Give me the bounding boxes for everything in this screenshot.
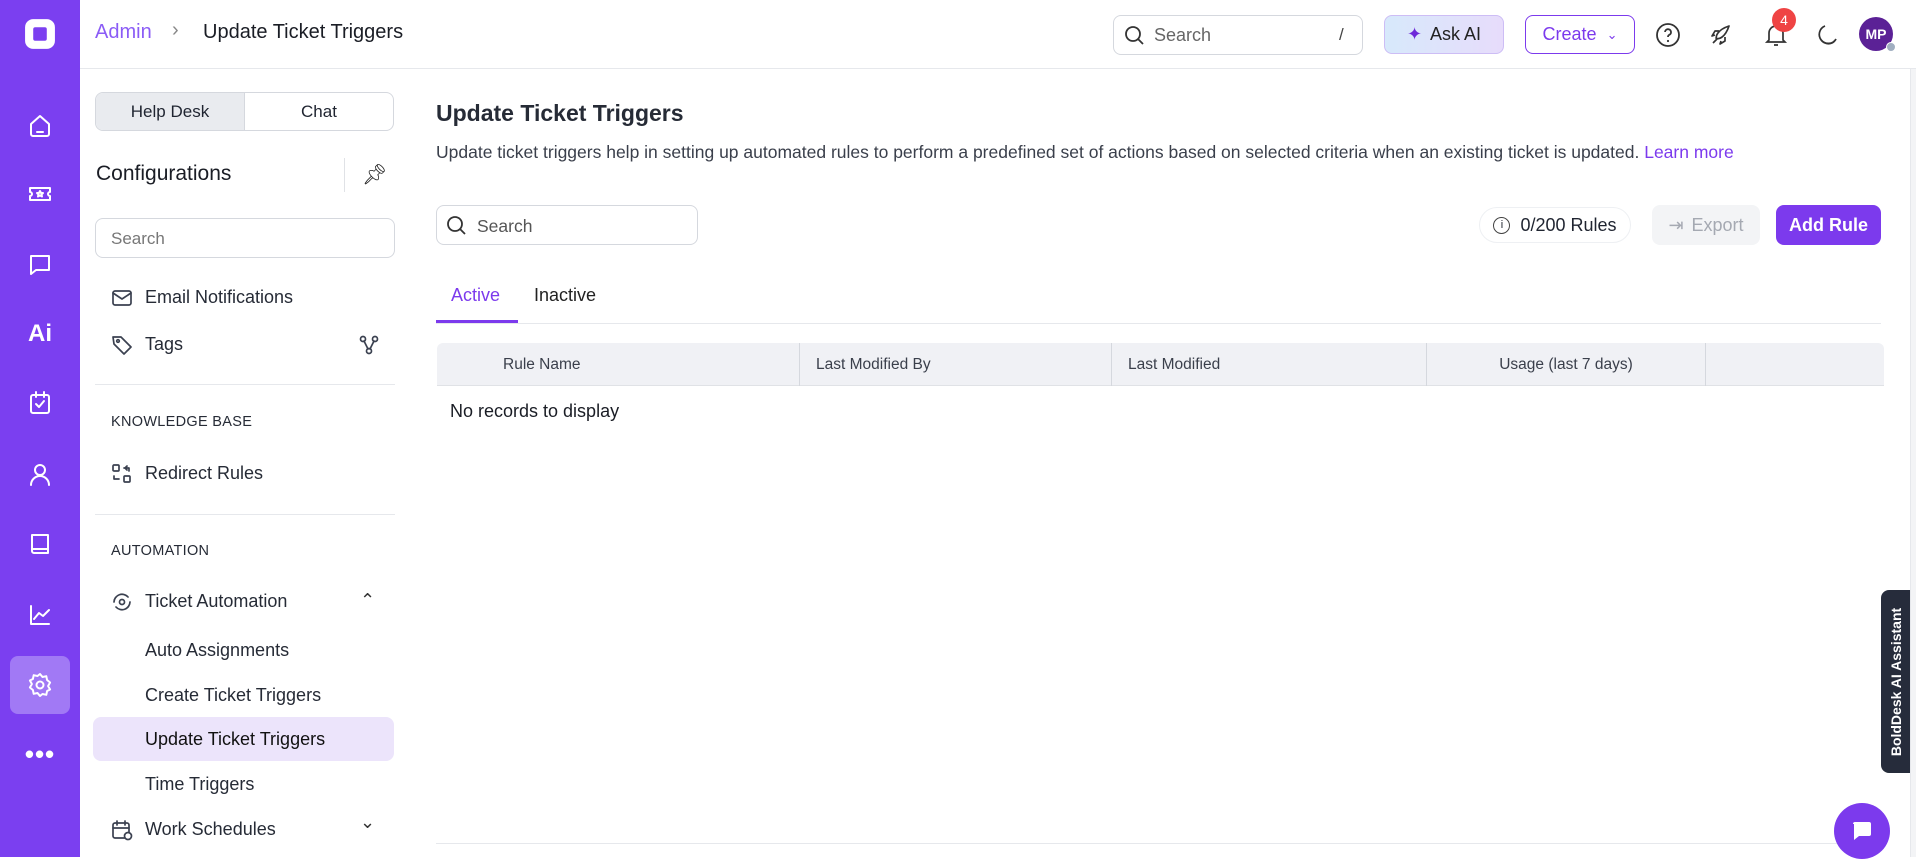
ticket-icon[interactable] xyxy=(20,174,60,214)
global-search-input[interactable]: Search / xyxy=(1113,15,1363,55)
sidebar-item-auto-assignments[interactable]: Auto Assignments xyxy=(145,640,289,661)
automation-icon xyxy=(111,591,133,613)
section-knowledge-base: KNOWLEDGE BASE xyxy=(111,414,253,430)
chevron-down-icon[interactable]: ⌄ xyxy=(360,812,375,833)
ask-ai-button[interactable]: ✦ Ask AI xyxy=(1384,15,1504,54)
active-tab-indicator xyxy=(436,320,518,323)
rules-count: i 0/200 Rules xyxy=(1479,207,1631,243)
learn-more-link[interactable]: Learn more xyxy=(1644,142,1734,162)
ai-assistant-tab[interactable]: BoldDesk AI Assistant xyxy=(1881,590,1910,773)
tab-help-desk[interactable]: Help Desk xyxy=(96,93,245,130)
sidebar-item-create-ticket-triggers[interactable]: Create Ticket Triggers xyxy=(145,685,321,706)
email-notification-icon xyxy=(111,287,133,309)
ai-icon[interactable]: Ai xyxy=(20,314,60,354)
home-icon[interactable] xyxy=(20,105,60,145)
tab-inactive[interactable]: Inactive xyxy=(534,285,596,306)
presence-status-dot xyxy=(1886,42,1896,52)
export-button[interactable]: ⇥ Export xyxy=(1652,205,1760,245)
product-switch: Help Desk Chat xyxy=(95,92,394,131)
divider xyxy=(95,384,395,385)
help-icon[interactable] xyxy=(1655,22,1681,48)
export-icon: ⇥ xyxy=(1668,214,1684,235)
rocket-icon[interactable] xyxy=(1708,22,1734,48)
sidebar-item-time-triggers[interactable]: Time Triggers xyxy=(145,774,254,795)
chat-bubble-icon xyxy=(1853,822,1871,840)
calendar-clock-icon xyxy=(111,819,133,841)
breadcrumb-admin[interactable]: Admin xyxy=(95,21,152,44)
app-rail: Ai ••• xyxy=(0,0,80,857)
tab-active[interactable]: Active xyxy=(451,285,500,306)
divider xyxy=(344,158,345,192)
search-placeholder: Search xyxy=(477,216,533,236)
sidebar-item-redirect-rules[interactable]: Redirect Rules xyxy=(145,463,263,484)
tabs-divider xyxy=(436,323,1881,324)
empty-state-text: No records to display xyxy=(450,401,620,421)
tasks-icon[interactable] xyxy=(20,383,60,423)
knowledge-icon[interactable] xyxy=(20,524,60,564)
chat-launcher-button[interactable] xyxy=(1834,803,1890,859)
create-button[interactable]: Create ⌄ xyxy=(1525,15,1635,54)
add-rule-button[interactable]: Add Rule xyxy=(1776,205,1881,245)
redirect-icon xyxy=(111,463,133,485)
settings-icon[interactable] xyxy=(20,665,60,705)
notification-badge: 4 xyxy=(1772,8,1796,32)
column-rule-name[interactable]: Rule Name xyxy=(437,343,800,386)
tab-chat[interactable]: Chat xyxy=(245,93,393,130)
sidebar-item-email-notifications[interactable]: Email Notifications xyxy=(145,287,293,308)
logo-icon[interactable] xyxy=(20,14,60,54)
scrollbar[interactable] xyxy=(1910,69,1916,857)
search-icon xyxy=(1125,26,1144,45)
sidebar-item-ticket-automation[interactable]: Ticket Automation xyxy=(145,591,287,612)
divider xyxy=(95,514,395,515)
more-icon[interactable]: ••• xyxy=(20,734,60,774)
search-shortcut: / xyxy=(1339,25,1344,44)
pin-icon[interactable]: 📌︎ xyxy=(362,162,387,187)
column-last-modified-by[interactable]: Last Modified By xyxy=(800,343,1112,386)
contacts-icon[interactable] xyxy=(20,454,60,494)
sidebar-title: Configurations xyxy=(96,162,232,185)
column-usage[interactable]: Usage (last 7 days) xyxy=(1427,343,1706,386)
tag-icon xyxy=(111,334,133,356)
chevron-up-icon[interactable]: ⌄ xyxy=(360,588,375,609)
rules-search-input[interactable]: Search xyxy=(436,205,698,245)
hierarchy-icon[interactable] xyxy=(358,334,380,356)
sidebar-item-work-schedules[interactable]: Work Schedules xyxy=(145,819,276,840)
breadcrumb-chevron-icon: › xyxy=(172,19,179,41)
search-icon xyxy=(447,216,466,235)
reports-icon[interactable] xyxy=(20,595,60,635)
bottom-divider xyxy=(436,843,1881,844)
dark-mode-moon-icon[interactable] xyxy=(1814,22,1840,48)
breadcrumb-current: Update Ticket Triggers xyxy=(203,21,404,43)
section-automation: AUTOMATION xyxy=(111,543,210,559)
sidebar-item-tags[interactable]: Tags xyxy=(145,334,183,355)
column-last-modified[interactable]: Last Modified xyxy=(1112,343,1427,386)
ai-sparkle-icon: ✦ xyxy=(1406,24,1423,44)
page-title: Update Ticket Triggers xyxy=(436,100,684,126)
sidebar-search-input[interactable]: Search xyxy=(95,218,395,258)
sidebar-item-update-ticket-triggers[interactable]: Update Ticket Triggers xyxy=(145,729,325,750)
search-placeholder: Search xyxy=(1154,25,1212,45)
page-description: Update ticket triggers help in setting u… xyxy=(436,142,1734,162)
chevron-down-icon: ⌄ xyxy=(1606,26,1618,42)
info-icon: i xyxy=(1493,216,1511,234)
chat-icon[interactable] xyxy=(20,244,60,284)
